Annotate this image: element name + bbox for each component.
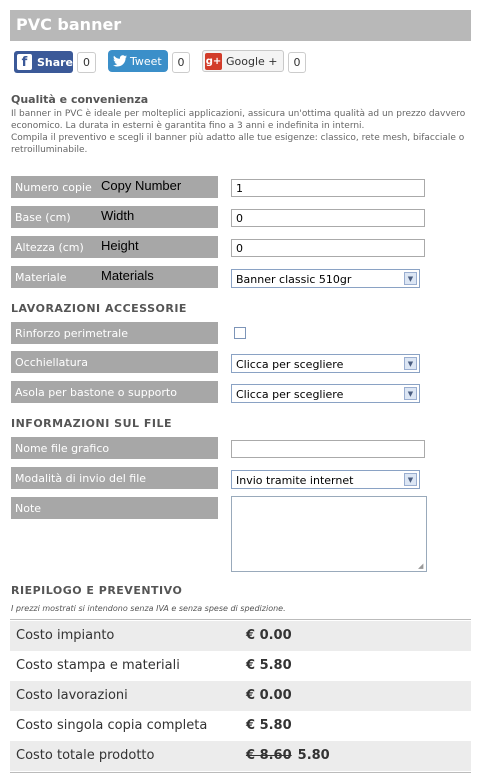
twitter-bird-icon	[113, 55, 127, 67]
notes-textarea[interactable]: ◢	[231, 496, 427, 572]
summary-row-label: Costo impianto	[16, 628, 115, 643]
copies-label-text: Numero copie	[15, 181, 92, 194]
summary-row-value: € 0.00	[246, 688, 292, 703]
height-label-text: Altezza (cm)	[15, 241, 84, 254]
material-select[interactable]: Banner classic 510gr ▼	[231, 269, 420, 288]
summary-row-label: Costo lavorazioni	[16, 688, 128, 703]
tweet-count: 0	[172, 52, 190, 73]
summary-row: Costo singola copia completa € 5.80	[10, 711, 471, 741]
width-label-english: Width	[101, 208, 135, 223]
height-label: Altezza (cm) Height	[11, 236, 218, 258]
file-section-title: INFORMAZIONI SUL FILE	[11, 417, 172, 430]
pocket-select-value: Clicca per scegliere	[236, 388, 344, 401]
pocket-label: Asola per bastone o supporto	[11, 381, 218, 403]
new-price: 5.80	[297, 748, 330, 763]
eyelets-label-text: Occhiellatura	[15, 356, 88, 369]
facebook-share-label: Share	[36, 55, 73, 69]
width-label-text: Base (cm)	[15, 211, 71, 224]
facebook-icon: f	[17, 54, 32, 70]
summary-total-row: Costo totale prodotto € 8.60 5.80	[10, 741, 471, 771]
height-input[interactable]: 0	[231, 239, 425, 257]
facebook-share-button[interactable]: f Share	[14, 51, 73, 73]
summary-total-value: € 8.60 5.80	[246, 748, 330, 763]
google-plus-label: Google +	[226, 54, 278, 68]
google-plus-icon: g+	[205, 52, 222, 70]
material-label-text: Materiale	[15, 271, 67, 284]
notes-label: Note	[11, 497, 218, 519]
summary-row-label: Costo totale prodotto	[16, 748, 155, 763]
facebook-count: 0	[77, 52, 96, 73]
tweet-button[interactable]: Tweet	[108, 50, 168, 72]
send-mode-select-value: Invio tramite internet	[236, 474, 354, 487]
send-mode-select[interactable]: Invio tramite internet ▼	[231, 470, 420, 489]
google-plus-count: 0	[288, 52, 306, 73]
filename-input[interactable]	[231, 440, 425, 458]
filename-label-text: Nome file grafico	[15, 442, 110, 455]
width-label: Base (cm) Width	[11, 206, 218, 228]
send-mode-label: Modalità di invio del file	[11, 467, 218, 489]
chevron-down-icon[interactable]: ▼	[404, 357, 417, 370]
height-label-english: Height	[101, 238, 139, 253]
chevron-down-icon[interactable]: ▼	[404, 387, 417, 400]
summary-row: Costo impianto € 0.00	[10, 621, 471, 651]
old-price: € 8.60	[246, 748, 292, 763]
eyelets-select[interactable]: Clicca per scegliere ▼	[231, 354, 420, 373]
summary-bottom-divider	[10, 772, 471, 773]
copies-label: Numero copie Copy Number	[11, 176, 218, 198]
resize-grip-icon[interactable]: ◢	[418, 563, 425, 570]
copies-label-english: Copy Number	[101, 178, 182, 193]
chevron-down-icon[interactable]: ▼	[404, 473, 417, 486]
summary-row: Costo lavorazioni € 0.00	[10, 681, 471, 711]
accessories-section-title: LAVORAZIONI ACCESSORIE	[11, 302, 187, 315]
summary-row: Costo stampa e materiali € 5.80	[10, 651, 471, 681]
summary-row-label: Costo singola copia completa	[16, 718, 208, 733]
google-plus-button[interactable]: g+ Google +	[202, 50, 284, 72]
reinforce-label-text: Rinforzo perimetrale	[15, 327, 129, 340]
notes-label-text: Note	[15, 502, 42, 515]
intro-paragraph-2: Compila il preventivo e scegli il banner…	[11, 133, 465, 155]
intro-text: Il banner in PVC è ideale per molteplici…	[11, 108, 471, 156]
pocket-select[interactable]: Clicca per scegliere ▼	[231, 384, 420, 403]
summary-divider	[10, 619, 471, 620]
summary-note: I prezzi mostrati si intendono senza IVA…	[11, 604, 286, 613]
filename-label: Nome file grafico	[11, 437, 218, 459]
eyelets-label: Occhiellatura	[11, 351, 218, 373]
tweet-label: Tweet	[130, 54, 162, 68]
summary-row-label: Costo stampa e materiali	[16, 658, 180, 673]
intro-paragraph-1: Il banner in PVC è ideale per molteplici…	[11, 109, 466, 131]
summary-section-title: RIEPILOGO E PREVENTIVO	[11, 584, 183, 597]
summary-row-value: € 0.00	[246, 628, 292, 643]
width-input[interactable]: 0	[231, 209, 425, 227]
pocket-label-text: Asola per bastone o supporto	[15, 386, 177, 399]
material-label: Materiale Materials	[11, 266, 218, 288]
page-header: PVC banner	[10, 10, 471, 41]
page-title: PVC banner	[16, 15, 122, 34]
summary-row-value: € 5.80	[246, 718, 292, 733]
eyelets-select-value: Clicca per scegliere	[236, 358, 344, 371]
summary-row-value: € 5.80	[246, 658, 292, 673]
material-select-value: Banner classic 510gr	[236, 273, 352, 286]
copies-input[interactable]: 1	[231, 179, 425, 197]
material-label-english: Materials	[101, 268, 154, 283]
intro-heading: Qualità e convenienza	[11, 93, 149, 106]
chevron-down-icon[interactable]: ▼	[404, 272, 417, 285]
reinforce-checkbox[interactable]	[234, 327, 246, 339]
send-mode-label-text: Modalità di invio del file	[15, 472, 147, 485]
reinforce-label: Rinforzo perimetrale	[11, 322, 218, 344]
